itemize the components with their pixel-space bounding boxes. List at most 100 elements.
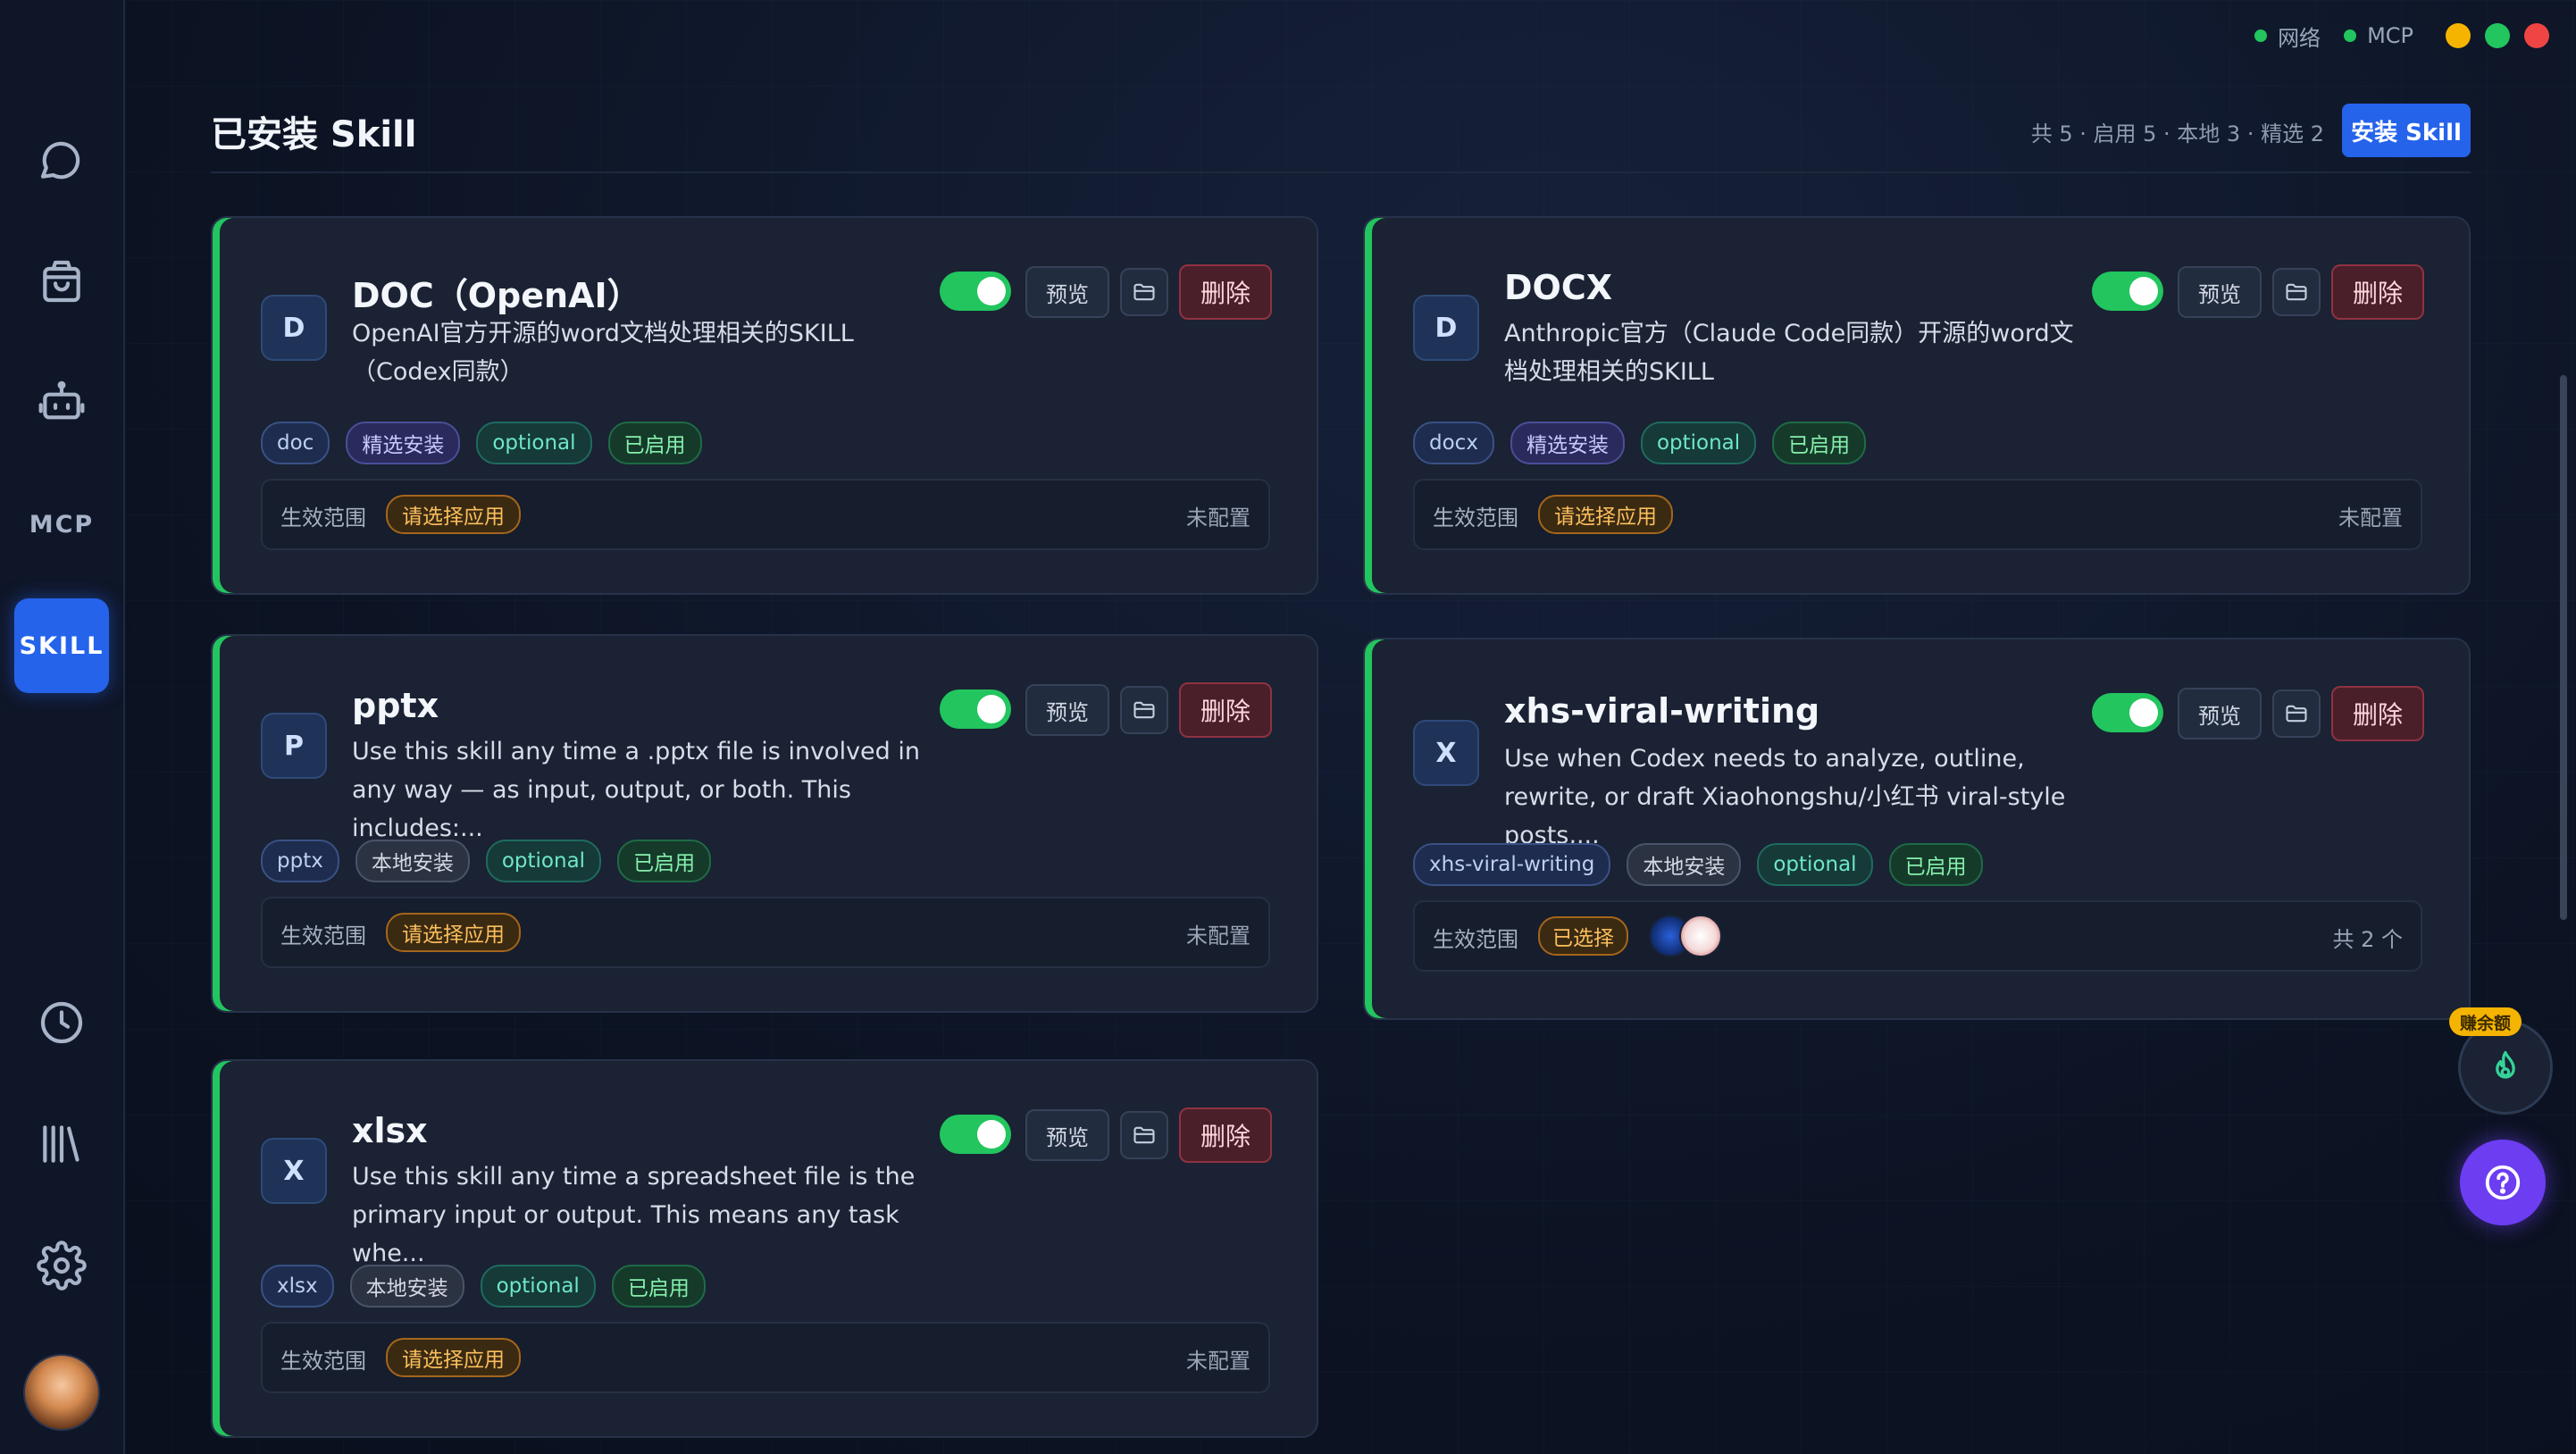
scope-status: 未配置 <box>2338 506 2403 531</box>
sidebar-item-label: MCP <box>29 510 95 539</box>
skill-description: Use this skill any time a spreadsheet fi… <box>352 1163 916 1267</box>
sidebar-item-skill[interactable]: SKILL <box>14 598 109 693</box>
delete-button[interactable]: 删除 <box>2331 264 2424 320</box>
scope-label: 生效范围 <box>1433 506 1518 531</box>
enable-toggle[interactable] <box>2092 693 2163 732</box>
tag-list: doc 精选安装 optional 已启用 <box>261 422 702 464</box>
sidebar-item-agent[interactable] <box>14 355 109 450</box>
tag-enabled: 已启用 <box>1888 843 1983 886</box>
scope-panel: 生效范围 请选择应用 未配置 <box>261 1322 1270 1393</box>
header-divider <box>211 171 2471 173</box>
scope-panel: 生效范围 请选择应用 未配置 <box>1413 479 2422 550</box>
mcp-label: MCP <box>2367 23 2413 48</box>
skill-title: DOCX <box>1504 268 1613 307</box>
mcp-status: MCP <box>2344 23 2413 48</box>
skill-description: Use this skill any time a .pptx file is … <box>352 738 920 842</box>
tag-optional: optional <box>1640 422 1757 464</box>
tag-featured: 精选安装 <box>346 422 461 464</box>
close-button[interactable] <box>2524 23 2549 48</box>
sidebar-item-library[interactable] <box>14 1097 109 1191</box>
open-folder-button[interactable] <box>1120 1111 1168 1159</box>
tag-optional: optional <box>476 422 592 464</box>
sidebar-item-store[interactable] <box>14 234 109 329</box>
sidebar-item-label: SKILL <box>19 631 105 660</box>
tag-local: 本地安装 <box>1627 843 1742 886</box>
preview-button[interactable]: 预览 <box>1025 266 1109 318</box>
sidebar-item-history[interactable] <box>14 975 109 1070</box>
open-folder-button[interactable] <box>2272 268 2321 316</box>
scope-status: 未配置 <box>1186 923 1250 948</box>
folder-icon <box>2286 705 2307 723</box>
scope-app-selector[interactable]: 请选择应用 <box>386 913 521 952</box>
sidebar-item-settings[interactable] <box>14 1218 109 1313</box>
sidebar-item-chat[interactable] <box>14 113 109 207</box>
tag-enabled: 已启用 <box>617 840 712 882</box>
scope-app-selector[interactable]: 已选择 <box>1538 916 1628 956</box>
tag-enabled: 已启用 <box>1772 422 1867 464</box>
scope-label: 生效范围 <box>280 506 366 531</box>
tag-enabled: 已启用 <box>607 422 702 464</box>
window-controls <box>2446 23 2549 48</box>
preview-button[interactable]: 预览 <box>1025 684 1109 736</box>
folder-icon <box>1133 283 1155 301</box>
scope-app-selector[interactable]: 请选择应用 <box>386 1338 521 1377</box>
shopping-bag-icon <box>43 260 80 303</box>
preview-button[interactable]: 预览 <box>2178 266 2262 318</box>
page-title: 已安装 Skill <box>211 114 417 155</box>
status-dot-icon <box>2254 29 2268 42</box>
clock-icon <box>40 1001 83 1044</box>
tag-local: 本地安装 <box>355 840 470 882</box>
folder-icon <box>1133 1126 1155 1144</box>
open-folder-button[interactable] <box>2272 689 2321 738</box>
enable-toggle[interactable] <box>940 1115 1011 1154</box>
skill-title: DOC（OpenAI） <box>352 276 641 315</box>
scope-panel: 生效范围 请选择应用 未配置 <box>261 479 1270 550</box>
skill-title: xlsx <box>352 1111 428 1150</box>
app-avatar-icon <box>1679 915 1722 957</box>
tag-enabled: 已启用 <box>611 1265 706 1308</box>
skill-letter-icon: D <box>1413 295 1479 361</box>
chat-bubble-icon <box>40 141 80 180</box>
enable-toggle[interactable] <box>940 689 1011 729</box>
tag-name: pptx <box>261 840 339 882</box>
skill-summary: 共 5 · 启用 5 · 本地 3 · 精选 2 <box>2030 121 2324 146</box>
tag-name: xhs-viral-writing <box>1413 843 1611 886</box>
scrollbar[interactable] <box>2560 375 2567 920</box>
open-folder-button[interactable] <box>1120 686 1168 734</box>
help-button[interactable] <box>2460 1140 2546 1225</box>
skill-description: OpenAI官方开源的word文档处理相关的SKILL（Codex同款） <box>352 320 854 386</box>
preview-button[interactable]: 预览 <box>2178 688 2262 740</box>
delete-button[interactable]: 删除 <box>1179 264 1272 320</box>
skill-letter-icon: X <box>1413 720 1479 786</box>
avatar[interactable] <box>23 1354 100 1431</box>
delete-button[interactable]: 删除 <box>1179 682 1272 738</box>
skill-card: D DOC（OpenAI） OpenAI官方开源的word文档处理相关的SKIL… <box>211 216 1318 595</box>
selected-apps-avatars <box>1649 915 1722 957</box>
scope-panel: 生效范围 请选择应用 未配置 <box>261 897 1270 968</box>
maximize-button[interactable] <box>2485 23 2510 48</box>
open-folder-button[interactable] <box>1120 268 1168 316</box>
sidebar-item-mcp[interactable]: MCP <box>14 477 109 572</box>
delete-button[interactable]: 删除 <box>1179 1107 1272 1163</box>
skill-title: xhs-viral-writing <box>1504 691 1820 731</box>
install-skill-button[interactable]: 安装 Skill <box>2342 104 2471 157</box>
preview-button[interactable]: 预览 <box>1025 1109 1109 1161</box>
tag-name: docx <box>1413 422 1494 464</box>
tag-list: xlsx 本地安装 optional 已启用 <box>261 1265 706 1308</box>
enable-toggle[interactable] <box>2092 272 2163 311</box>
folder-icon <box>2286 283 2307 301</box>
scope-app-selector[interactable]: 请选择应用 <box>1538 495 1673 534</box>
minimize-button[interactable] <box>2446 23 2471 48</box>
skill-description: Anthropic官方（Claude Code同款）开源的word文档处理相关的… <box>1504 320 2074 386</box>
flame-icon <box>2496 1050 2515 1079</box>
skill-description: Use when Codex needs to analyze, outline… <box>1504 745 2066 849</box>
scope-app-selector[interactable]: 请选择应用 <box>386 495 521 534</box>
status-dot-icon <box>2344 29 2357 42</box>
tag-list: docx 精选安装 optional 已启用 <box>1413 422 1867 464</box>
earn-badge: 赚余额 <box>2449 1007 2522 1036</box>
skill-title: pptx <box>352 686 439 725</box>
enable-toggle[interactable] <box>940 272 1011 311</box>
delete-button[interactable]: 删除 <box>2331 686 2424 741</box>
skill-card: P pptx Use this skill any time a .pptx f… <box>211 634 1318 1013</box>
tag-optional: optional <box>480 1265 596 1308</box>
